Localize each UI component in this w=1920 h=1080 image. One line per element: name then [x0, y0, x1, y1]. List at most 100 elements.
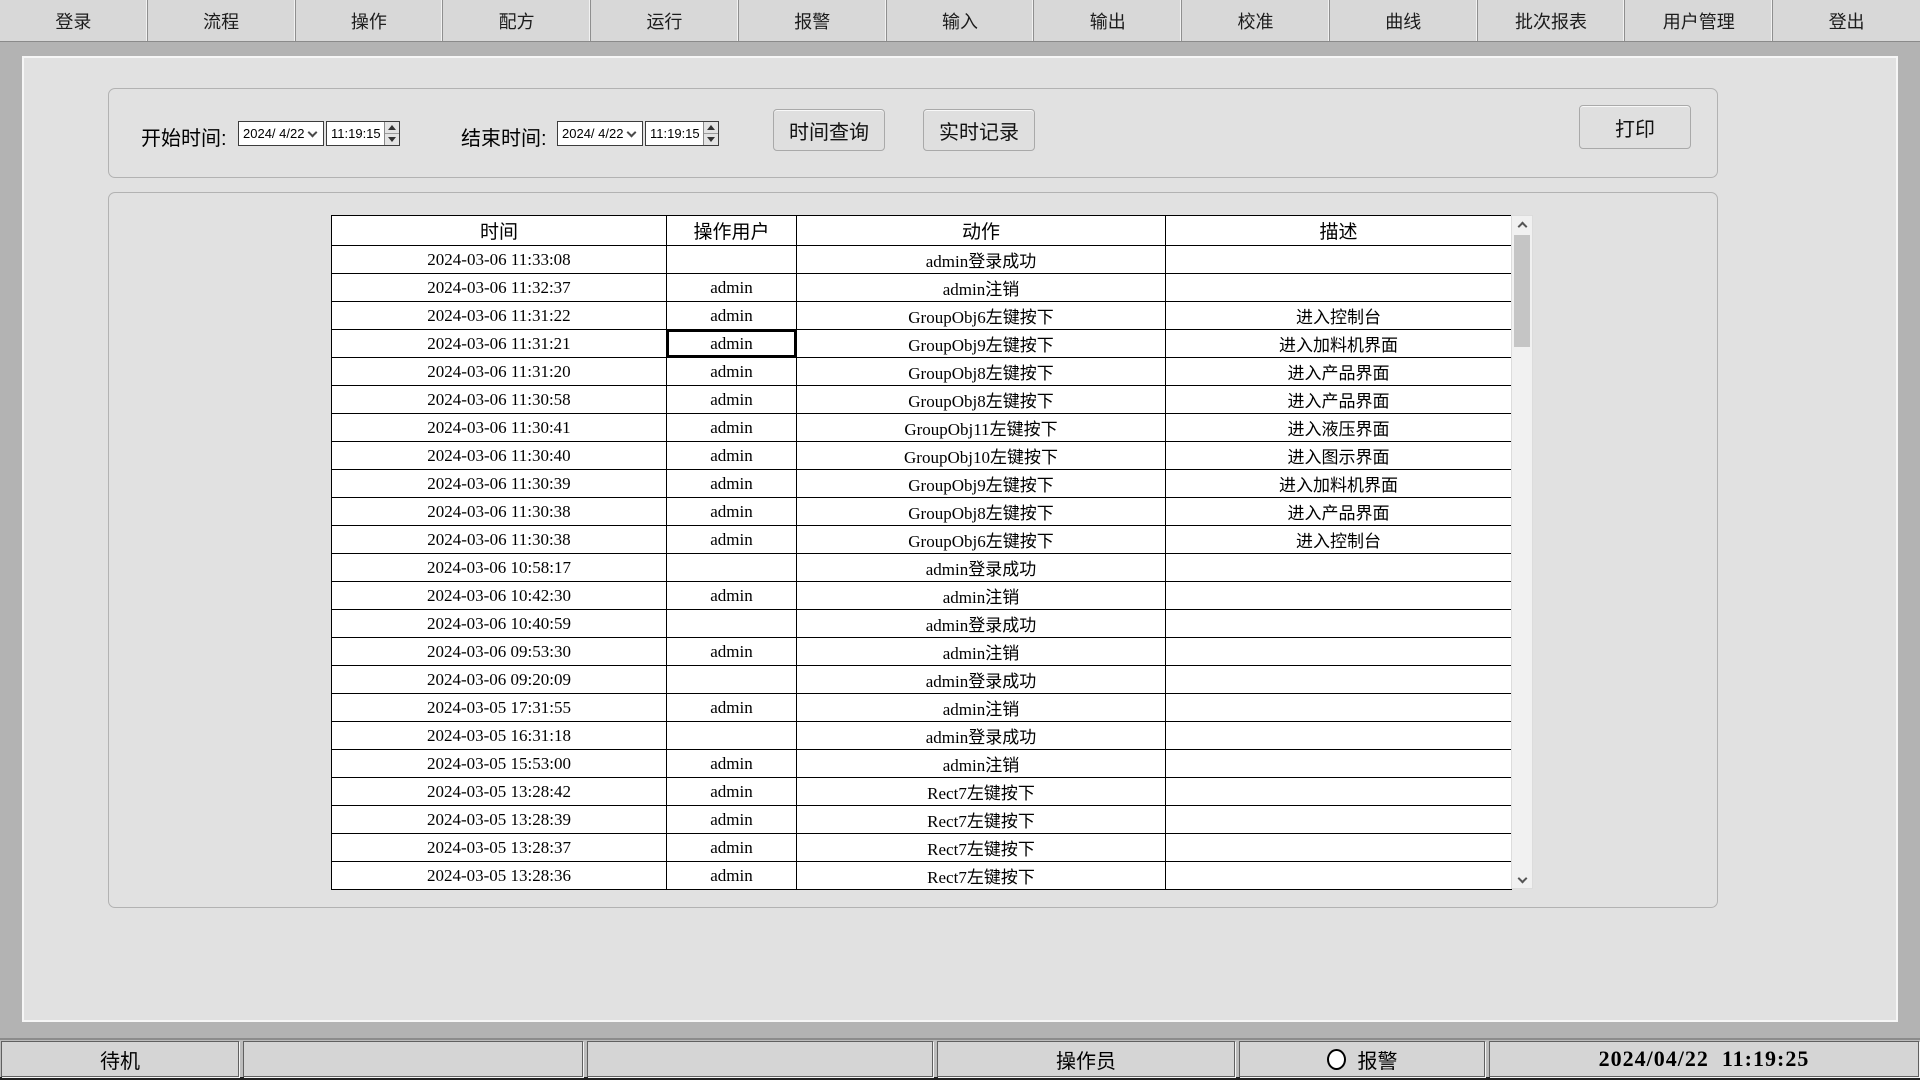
table-cell[interactable]: [667, 246, 797, 274]
table-cell[interactable]: 2024-03-06 10:40:59: [332, 610, 667, 638]
table-cell[interactable]: 2024-03-06 10:58:17: [332, 554, 667, 582]
table-cell[interactable]: [1166, 274, 1512, 302]
table-cell[interactable]: admin注销: [797, 750, 1166, 778]
table-cell[interactable]: admin: [667, 526, 797, 554]
table-cell[interactable]: 2024-03-06 11:31:20: [332, 358, 667, 386]
end-time-spinner[interactable]: 11:19:15: [645, 121, 719, 146]
table-cell[interactable]: [1166, 862, 1512, 890]
table-cell[interactable]: admin注销: [797, 274, 1166, 302]
vertical-scrollbar[interactable]: [1511, 215, 1533, 889]
table-cell[interactable]: GroupObj9左键按下: [797, 330, 1166, 358]
table-cell[interactable]: 2024-03-06 11:31:21: [332, 330, 667, 358]
table-cell[interactable]: 2024-03-05 16:31:18: [332, 722, 667, 750]
table-cell[interactable]: GroupObj8左键按下: [797, 358, 1166, 386]
table-cell[interactable]: 进入控制台: [1166, 526, 1512, 554]
table-cell[interactable]: GroupObj8左键按下: [797, 498, 1166, 526]
table-cell[interactable]: 2024-03-05 13:28:39: [332, 806, 667, 834]
table-cell[interactable]: GroupObj8左键按下: [797, 386, 1166, 414]
menu-item-输入[interactable]: 输入: [887, 0, 1035, 41]
table-cell[interactable]: [1166, 778, 1512, 806]
scroll-up-button[interactable]: [1512, 216, 1532, 233]
table-cell[interactable]: [1166, 694, 1512, 722]
table-cell[interactable]: admin: [667, 638, 797, 666]
table-cell[interactable]: 2024-03-06 11:33:08: [332, 246, 667, 274]
table-cell[interactable]: 2024-03-05 13:28:36: [332, 862, 667, 890]
start-date-combobox[interactable]: 2024/ 4/22: [238, 121, 324, 146]
table-cell[interactable]: 2024-03-06 11:32:37: [332, 274, 667, 302]
table-cell[interactable]: GroupObj11左键按下: [797, 414, 1166, 442]
menu-item-登出[interactable]: 登出: [1773, 0, 1920, 41]
table-cell[interactable]: admin: [667, 862, 797, 890]
table-cell[interactable]: [667, 554, 797, 582]
table-cell[interactable]: 2024-03-05 17:31:55: [332, 694, 667, 722]
table-cell[interactable]: Rect7左键按下: [797, 778, 1166, 806]
table-cell[interactable]: admin: [667, 470, 797, 498]
table-cell[interactable]: GroupObj9左键按下: [797, 470, 1166, 498]
table-cell[interactable]: [1166, 834, 1512, 862]
table-cell[interactable]: 2024-03-05 15:53:00: [332, 750, 667, 778]
table-cell[interactable]: 进入产品界面: [1166, 498, 1512, 526]
spin-down-button[interactable]: [704, 134, 718, 145]
table-cell[interactable]: 进入液压界面: [1166, 414, 1512, 442]
table-cell[interactable]: 2024-03-06 11:30:40: [332, 442, 667, 470]
table-cell[interactable]: [1166, 722, 1512, 750]
menu-item-用户管理[interactable]: 用户管理: [1625, 0, 1773, 41]
table-cell[interactable]: 进入产品界面: [1166, 386, 1512, 414]
table-cell[interactable]: GroupObj10左键按下: [797, 442, 1166, 470]
table-cell[interactable]: admin注销: [797, 694, 1166, 722]
print-button[interactable]: 打印: [1579, 105, 1691, 149]
table-cell[interactable]: admin: [667, 582, 797, 610]
table-cell[interactable]: admin: [667, 302, 797, 330]
table-cell[interactable]: 进入加料机界面: [1166, 470, 1512, 498]
table-cell[interactable]: admin注销: [797, 582, 1166, 610]
spin-up-button[interactable]: [385, 122, 399, 134]
table-cell[interactable]: [1166, 610, 1512, 638]
table-cell[interactable]: [667, 722, 797, 750]
table-cell[interactable]: admin: [667, 694, 797, 722]
table-cell[interactable]: GroupObj6左键按下: [797, 302, 1166, 330]
table-cell[interactable]: 2024-03-06 11:30:41: [332, 414, 667, 442]
table-cell[interactable]: admin注销: [797, 638, 1166, 666]
table-cell[interactable]: [1166, 582, 1512, 610]
table-cell[interactable]: admin: [667, 778, 797, 806]
table-cell[interactable]: 2024-03-06 11:30:58: [332, 386, 667, 414]
table-cell[interactable]: Rect7左键按下: [797, 834, 1166, 862]
end-date-combobox[interactable]: 2024/ 4/22: [557, 121, 643, 146]
table-cell[interactable]: admin登录成功: [797, 666, 1166, 694]
table-cell[interactable]: admin登录成功: [797, 722, 1166, 750]
table-cell[interactable]: admin: [667, 806, 797, 834]
menu-item-操作[interactable]: 操作: [296, 0, 444, 41]
table-cell[interactable]: admin: [667, 386, 797, 414]
realtime-record-button[interactable]: 实时记录: [923, 109, 1035, 151]
menu-item-配方[interactable]: 配方: [443, 0, 591, 41]
table-cell[interactable]: 2024-03-06 11:30:38: [332, 498, 667, 526]
table-cell[interactable]: admin: [667, 274, 797, 302]
table-cell[interactable]: 进入产品界面: [1166, 358, 1512, 386]
table-cell[interactable]: 2024-03-06 09:53:30: [332, 638, 667, 666]
table-cell[interactable]: admin登录成功: [797, 246, 1166, 274]
table-cell[interactable]: [1166, 666, 1512, 694]
table-cell[interactable]: 2024-03-06 11:30:39: [332, 470, 667, 498]
table-cell[interactable]: 2024-03-06 09:20:09: [332, 666, 667, 694]
table-cell[interactable]: [1166, 806, 1512, 834]
table-cell[interactable]: 进入加料机界面: [1166, 330, 1512, 358]
table-cell[interactable]: admin: [667, 330, 797, 358]
table-cell[interactable]: 进入控制台: [1166, 302, 1512, 330]
menu-item-登录[interactable]: 登录: [0, 0, 148, 41]
table-cell[interactable]: Rect7左键按下: [797, 862, 1166, 890]
table-cell[interactable]: GroupObj6左键按下: [797, 526, 1166, 554]
table-cell[interactable]: admin: [667, 498, 797, 526]
table-cell[interactable]: admin登录成功: [797, 610, 1166, 638]
time-query-button[interactable]: 时间查询: [773, 109, 885, 151]
table-cell[interactable]: 进入图示界面: [1166, 442, 1512, 470]
table-cell[interactable]: [1166, 638, 1512, 666]
table-cell[interactable]: admin: [667, 834, 797, 862]
table-cell[interactable]: admin: [667, 358, 797, 386]
menu-item-校准[interactable]: 校准: [1182, 0, 1330, 41]
table-cell[interactable]: 2024-03-06 11:30:38: [332, 526, 667, 554]
table-cell[interactable]: [1166, 246, 1512, 274]
table-cell[interactable]: [667, 610, 797, 638]
spin-down-button[interactable]: [385, 134, 399, 145]
table-cell[interactable]: Rect7左键按下: [797, 806, 1166, 834]
scroll-down-button[interactable]: [1512, 871, 1532, 888]
